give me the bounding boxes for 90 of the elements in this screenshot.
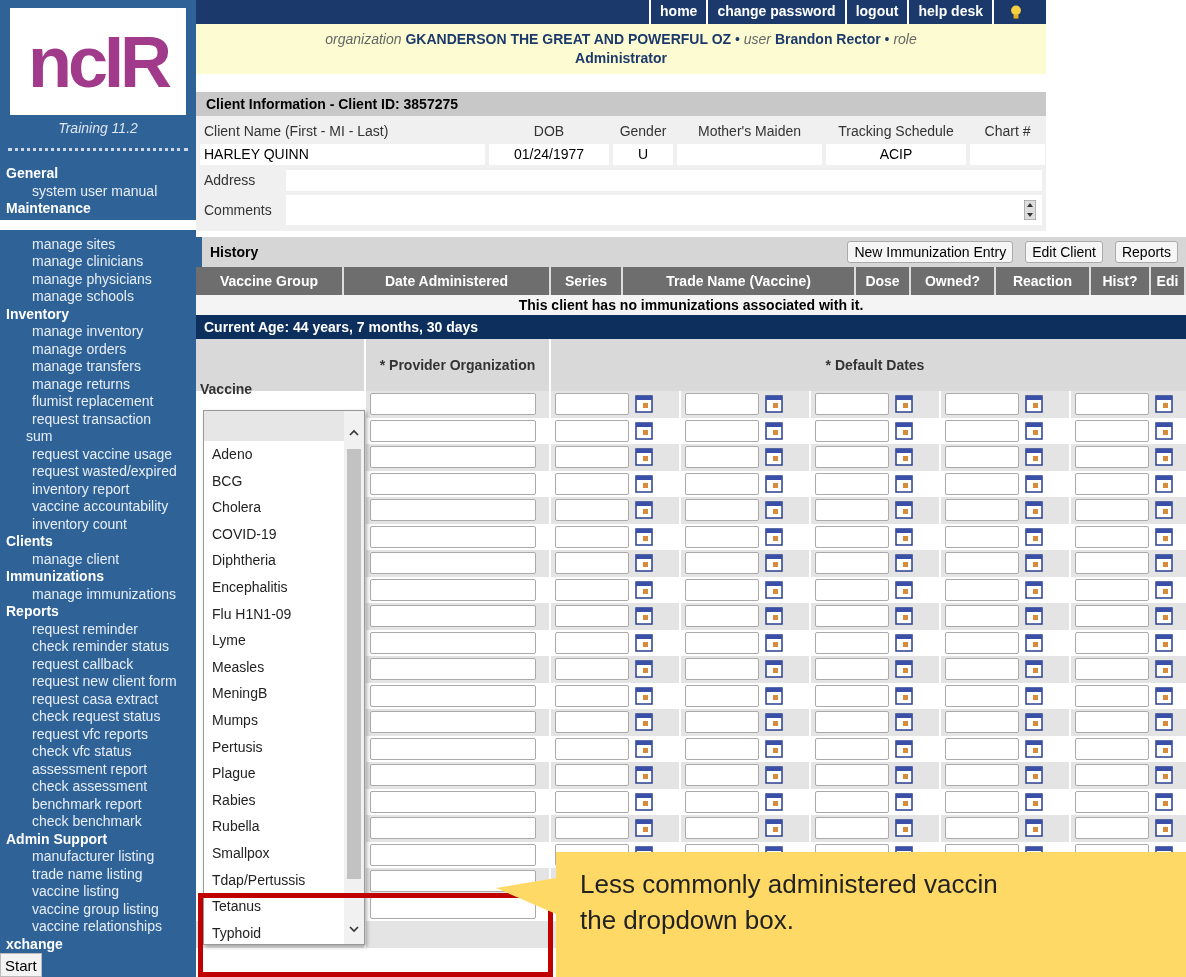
sidebar-item[interactable]: sum <box>0 428 53 446</box>
version-label: Training 11.2 <box>57 120 139 136</box>
client-field: 01/24/1977 <box>489 144 609 165</box>
sidebar-heading: General <box>5 165 60 183</box>
sidebar-item[interactable]: manage schools <box>0 288 134 306</box>
dropdown-option[interactable]: BCG <box>204 467 344 495</box>
client-field: ACIP <box>826 144 966 165</box>
sidebar-item[interactable]: manage sites <box>0 235 116 253</box>
sidebar-item[interactable]: inventory count <box>0 515 127 533</box>
dropdown-option[interactable]: Adeno <box>204 441 344 468</box>
dropdown-option[interactable]: Smallpox <box>204 839 344 867</box>
dropdown-option[interactable]: Measles <box>204 653 344 681</box>
start-button[interactable]: Start <box>0 953 42 977</box>
dropdown-option[interactable]: Lyme <box>204 627 344 654</box>
sidebar-heading: xchange <box>5 935 64 953</box>
vaccine-label: Vaccine <box>200 381 253 397</box>
sidebar-item[interactable]: manage returns <box>0 375 131 393</box>
dropdown-option[interactable]: Tdap/Pertussis <box>204 866 344 894</box>
dropdown-option[interactable]: MeningB <box>204 680 344 707</box>
column-label: Tracking Schedule <box>837 122 955 141</box>
sidebar-heading: Clients <box>5 533 54 551</box>
sidebar-heading: Immunizations <box>5 568 105 586</box>
sidebar-item[interactable]: manage client <box>0 550 120 568</box>
current-age: Current Age: 44 years, 7 months, 30 days <box>196 315 1186 339</box>
sidebar-item[interactable]: check benchmark <box>0 813 142 831</box>
dropdown-option[interactable]: Pertusis <box>204 733 344 761</box>
dropdown-option[interactable]: Encephalitis <box>204 573 344 601</box>
sidebar-item[interactable]: vaccine relationships <box>0 918 162 936</box>
sidebar-item[interactable]: request reminder <box>0 620 138 638</box>
user-info: organization GKANDERSON THE GREAT AND POWERFUL OZ • user Brandon Rector • role Administrator <box>196 24 1046 74</box>
sidebar-item[interactable]: request new client form <box>0 673 177 691</box>
dropdown-option[interactable]: Rabies <box>204 786 344 814</box>
address-label: Address <box>203 171 257 190</box>
sidebar-item[interactable]: request vfc reports <box>0 725 148 743</box>
dropdown-option[interactable]: Mumps <box>204 706 344 734</box>
history-button[interactable]: Edit Client <box>1025 241 1103 263</box>
sidebar-item[interactable]: flumist replacement <box>0 393 154 411</box>
column-label: Mother's Maiden <box>696 122 803 141</box>
sidebar-item[interactable]: vaccine group listing <box>0 900 159 918</box>
sidebar-item[interactable]: manage physicians <box>0 270 152 288</box>
client-info-title: Client Information - Client ID: 3857275 <box>196 92 1046 116</box>
dropdown-option[interactable]: Tetanus <box>204 893 344 920</box>
sidebar-item[interactable]: request casa extract <box>0 690 159 708</box>
history-title: History <box>210 244 259 260</box>
callout-text: Less commonly administered vaccin the dropdown box. <box>580 868 999 937</box>
sidebar-heading: Admin Support <box>5 830 109 848</box>
dropdown-option[interactable]: Flu H1N1-09 <box>204 600 344 628</box>
sidebar-item[interactable]: manage inventory <box>0 323 144 341</box>
sidebar-item[interactable]: assessment report <box>0 760 148 778</box>
empty-message: This client has no immunizations associated with it. <box>196 295 1186 315</box>
sidebar-item[interactable]: trade name listing <box>0 865 143 883</box>
client-field: U <box>613 144 673 165</box>
sidebar-item[interactable]: request vaccine usage <box>0 445 173 463</box>
history-button[interactable]: Reports <box>1114 241 1178 263</box>
dropdown-option[interactable]: Rubella <box>204 813 344 840</box>
column-header: * Default Dates <box>551 339 1186 391</box>
sidebar-item[interactable]: request wasted/expired <box>0 463 177 481</box>
sidebar-item[interactable]: system user manual <box>0 182 158 200</box>
sidebar-item[interactable]: request callback <box>0 655 134 673</box>
sidebar-heading: Reports <box>5 603 60 621</box>
sidebar-item[interactable]: check request status <box>0 708 161 726</box>
sidebar-item[interactable]: request transaction <box>0 410 152 428</box>
dropdown-option[interactable]: COVID-19 <box>204 520 344 548</box>
sidebar-item[interactable]: manage transfers <box>0 358 141 376</box>
sidebar-item[interactable]: manage clinicians <box>0 253 144 271</box>
sidebar-item[interactable]: check reminder status <box>0 638 169 656</box>
comments-label: Comments <box>203 201 273 220</box>
sidebar-item[interactable]: vaccine accountability <box>0 498 169 516</box>
column-label: DOB <box>532 122 566 141</box>
history-button[interactable]: New Immunization Entry <box>847 241 1014 263</box>
sidebar-item[interactable]: vaccine listing <box>0 883 120 901</box>
sidebar-heading: Inventory <box>5 305 70 323</box>
column-header: * Provider Organization <box>366 339 551 391</box>
sidebar-item[interactable]: manufacturer listing <box>0 848 155 866</box>
sidebar-item[interactable]: manage immunizations <box>0 585 176 603</box>
sidebar-item[interactable]: inventory report <box>0 480 130 498</box>
logo-text: ncIR <box>28 20 168 103</box>
dropdown-option[interactable]: Plague <box>204 760 344 787</box>
client-field: HARLEY QUINN <box>200 144 485 165</box>
dropdown-option[interactable]: Cholera <box>204 494 344 521</box>
column-label: Gender <box>618 122 668 141</box>
sidebar-heading: Maintenance <box>5 200 92 218</box>
dropdown-option[interactable]: Diphtheria <box>204 547 344 574</box>
column-label: Client Name (First - MI - Last) <box>203 122 390 141</box>
dropdown-option[interactable]: Typhoid <box>204 919 344 944</box>
sidebar-item[interactable]: benchmark report <box>0 795 142 813</box>
column-label: Chart # <box>983 122 1032 141</box>
sidebar-item[interactable]: check vfc status <box>0 743 132 761</box>
sidebar-item[interactable]: check assessment <box>0 778 148 796</box>
sidebar-item[interactable]: manage orders <box>0 340 127 358</box>
